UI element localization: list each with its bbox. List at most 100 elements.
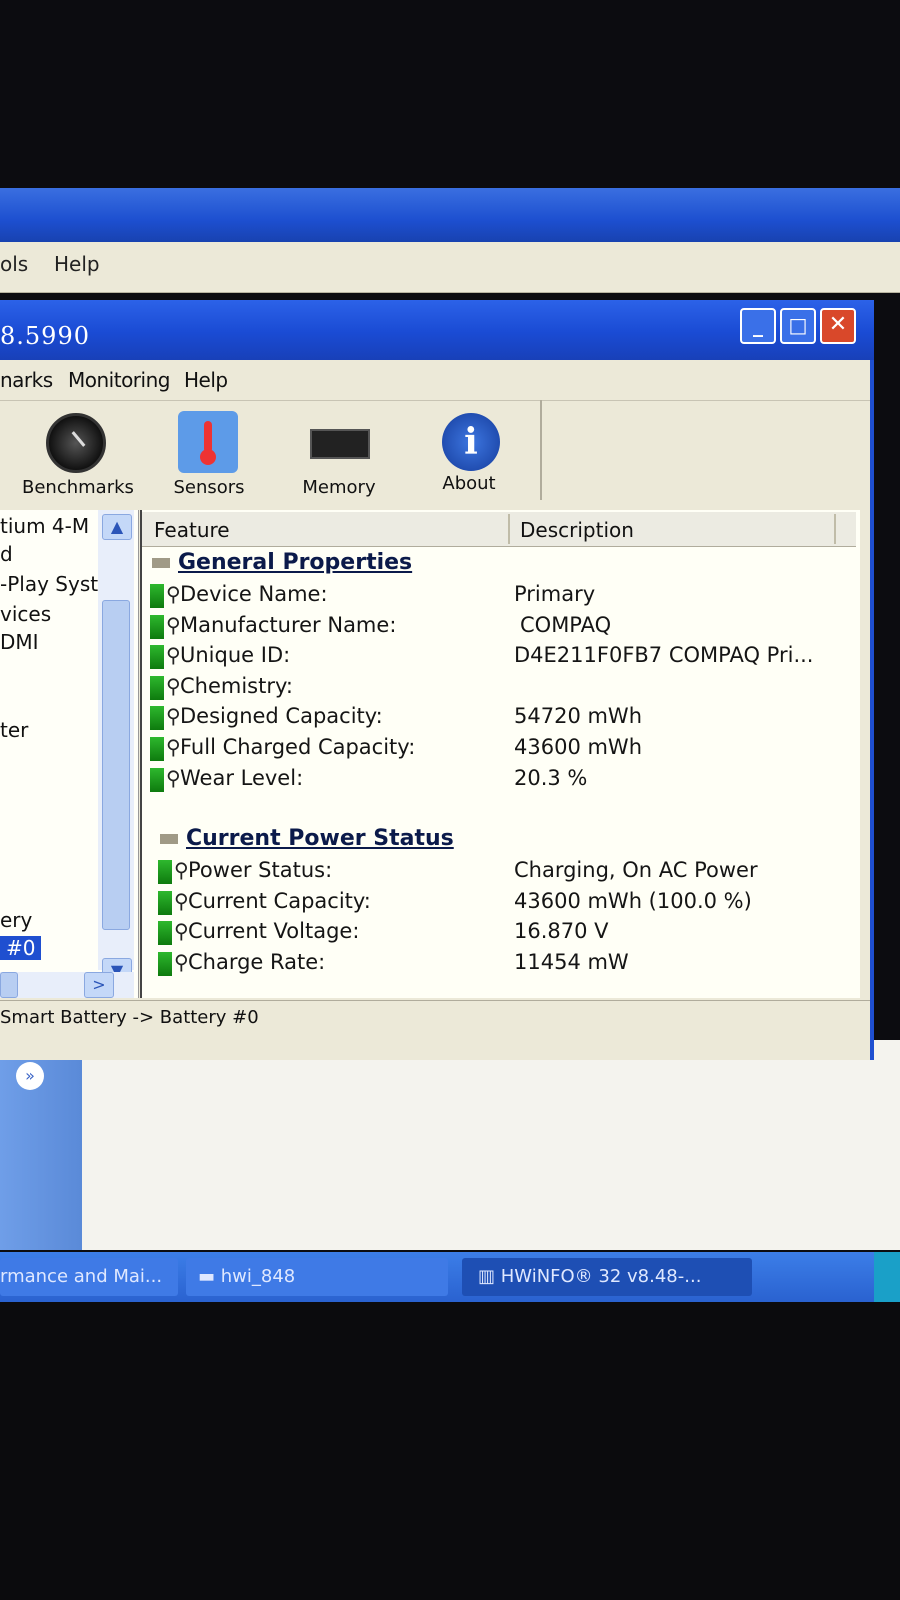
row-value: 43600 mWh (100.0 %) [514, 889, 752, 913]
column-header-description[interactable]: Description [520, 518, 634, 542]
battery-level-icon [150, 645, 164, 669]
taskbar-item-label: rmance and Mai... [0, 1266, 163, 1287]
window-menubar: narks Monitoring Help [0, 360, 870, 400]
battery-level-icon [158, 921, 172, 945]
row-feature[interactable]: Device Name: [180, 582, 328, 606]
row-feature[interactable]: Current Voltage: [188, 919, 359, 943]
collapse-chevron-icon[interactable]: » [16, 1062, 44, 1090]
row-value: 54720 mWh [514, 704, 643, 728]
tree-item-selected[interactable]: #0 [0, 936, 42, 960]
hwinfo-app-icon: ▥ [478, 1266, 496, 1287]
section-icon [152, 558, 170, 568]
tree-hscroll-thumb[interactable] [0, 972, 18, 998]
plug-icon: ⚲ [166, 766, 181, 790]
row-value: Charging, On AC Power [514, 858, 758, 882]
battery-level-icon [150, 584, 164, 608]
monitor-bezel [0, 1302, 900, 1600]
taskbar-item-performance[interactable]: rmance and Mai... [0, 1258, 178, 1296]
menu-item-benchmarks[interactable]: narks [0, 368, 53, 392]
tree-item[interactable]: -Play Syst [0, 572, 98, 596]
menu-item-tools[interactable]: ols [0, 252, 28, 276]
battery-level-icon [150, 768, 164, 792]
row-feature[interactable]: Wear Level: [180, 766, 303, 790]
plug-icon: ⚲ [166, 735, 181, 759]
info-icon: i [442, 413, 500, 471]
row-feature[interactable]: Chemistry: [180, 674, 293, 698]
section-title[interactable]: General Properties [178, 550, 412, 575]
tree-item[interactable]: d [0, 542, 13, 566]
memory-label: Memory [302, 477, 376, 498]
column-divider[interactable] [834, 514, 836, 544]
status-text: Smart Battery -> Battery #0 [0, 1007, 259, 1028]
thermometer-icon [178, 411, 238, 473]
row-feature[interactable]: Power Status: [188, 858, 332, 882]
row-feature[interactable]: Designed Capacity: [180, 704, 383, 728]
toolbar-separator [540, 400, 542, 500]
battery-level-icon [158, 860, 172, 884]
row-value: 43600 mWh [514, 735, 643, 759]
tree-item[interactable]: ter [0, 718, 28, 742]
row-value: Primary [514, 582, 596, 606]
tree-scroll-thumb[interactable] [102, 600, 130, 930]
battery-level-icon [150, 676, 164, 700]
row-feature[interactable]: Charge Rate: [188, 950, 325, 974]
plug-icon: ⚲ [174, 950, 189, 974]
plug-icon: ⚲ [174, 889, 189, 913]
battery-level-icon [150, 737, 164, 761]
gauge-icon [46, 413, 106, 473]
minimize-button[interactable]: _ [740, 308, 776, 344]
section-title[interactable]: Current Power Status [186, 826, 454, 851]
system-tray [874, 1252, 900, 1302]
menu-item-help[interactable]: Help [184, 368, 228, 392]
row-feature[interactable]: Current Capacity: [188, 889, 371, 913]
column-header-feature[interactable]: Feature [154, 518, 230, 542]
column-divider[interactable] [508, 514, 510, 544]
battery-level-icon [158, 952, 172, 976]
benchmarks-label: Benchmarks [22, 477, 134, 498]
row-value: COMPAQ [520, 613, 612, 637]
background-window-menubar: ols Help [0, 242, 900, 293]
plug-icon: ⚲ [166, 704, 181, 728]
row-value: 11454 mW [514, 950, 629, 974]
plug-icon: ⚲ [174, 858, 189, 882]
toolbar: Benchmarks Sensors Memory i About [0, 400, 870, 506]
background-workspace [0, 1040, 900, 1250]
taskbar: rmance and Mai... ▬ hwi_848 ▥ HWiNFO® 32… [0, 1252, 900, 1302]
tree-item[interactable]: vices [0, 602, 51, 626]
about-label: About [442, 473, 496, 494]
memory-chip-icon [310, 429, 370, 459]
plug-icon: ⚲ [166, 643, 181, 667]
scroll-up-icon[interactable]: ▲ [102, 514, 132, 540]
row-value: 20.3 % [514, 766, 588, 790]
tree-item[interactable]: DMI [0, 630, 39, 654]
row-feature[interactable]: Manufacturer Name: [180, 613, 396, 637]
plug-icon: ⚲ [166, 674, 181, 698]
tree-item[interactable]: ery [0, 908, 32, 932]
tree-item[interactable]: tium 4-M [0, 514, 89, 538]
menu-item-help[interactable]: Help [54, 252, 100, 276]
background-window-titlebar [0, 188, 900, 242]
sensors-label: Sensors [173, 477, 245, 498]
plug-icon: ⚲ [174, 919, 189, 943]
battery-level-icon [150, 615, 164, 639]
list-header: Feature Description [142, 512, 856, 547]
section-icon [160, 834, 178, 844]
row-value: 16.870 V [514, 919, 609, 943]
plug-icon: ⚲ [166, 582, 181, 606]
menu-item-monitoring[interactable]: Monitoring [68, 368, 170, 392]
row-feature[interactable]: Unique ID: [180, 643, 290, 667]
row-feature[interactable]: Full Charged Capacity: [180, 735, 415, 759]
plug-icon: ⚲ [166, 613, 181, 637]
status-bar: Smart Battery -> Battery #0 [0, 1000, 870, 1037]
maximize-button[interactable]: □ [780, 308, 816, 344]
scroll-right-icon[interactable]: > [84, 972, 114, 998]
row-value: D4E211F0FB7 COMPAQ Pri... [514, 643, 814, 667]
close-button[interactable]: ✕ [820, 308, 856, 344]
taskbar-item-folder[interactable]: ▬ hwi_848 [186, 1258, 448, 1296]
taskbar-item-label: hwi_848 [220, 1266, 296, 1287]
taskbar-item-hwinfo[interactable]: ▥ HWiNFO® 32 v8.48-... [462, 1258, 752, 1296]
taskbar-item-label: HWiNFO® 32 v8.48-... [500, 1266, 702, 1287]
folder-icon: ▬ [198, 1266, 216, 1287]
battery-level-icon [150, 706, 164, 730]
window-title: 8.5990 [0, 322, 90, 350]
